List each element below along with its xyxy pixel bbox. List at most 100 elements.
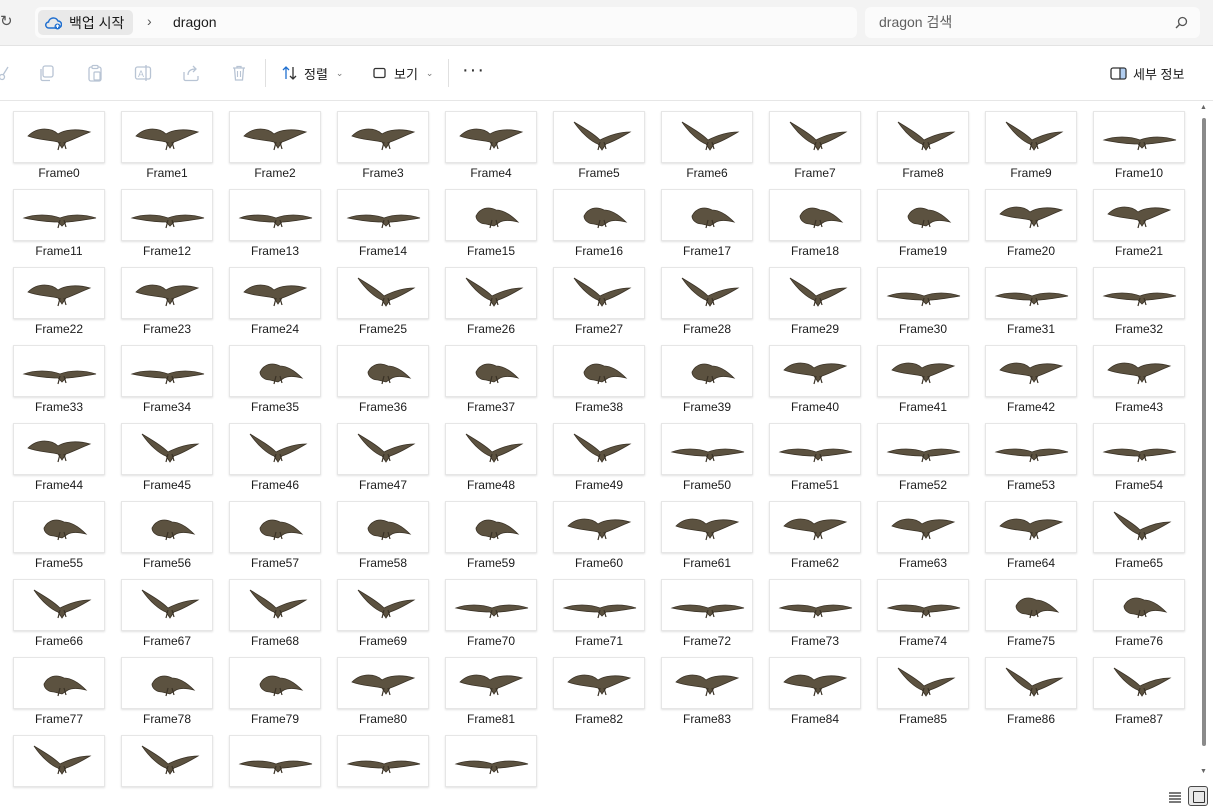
file-item[interactable]: Frame62 [769, 501, 861, 577]
file-item[interactable]: Frame80 [337, 657, 429, 733]
share-icon[interactable] [182, 64, 200, 82]
file-item[interactable]: Frame83 [661, 657, 753, 733]
scrollbar-thumb[interactable] [1202, 118, 1206, 746]
file-item[interactable]: Frame17 [661, 189, 753, 265]
file-item[interactable]: Frame65 [1093, 501, 1185, 577]
file-item[interactable]: Frame26 [445, 267, 537, 343]
refresh-icon[interactable]: ↻ [0, 12, 14, 32]
file-item[interactable]: Frame16 [553, 189, 645, 265]
scissors-icon[interactable] [0, 64, 10, 82]
sort-button[interactable]: 정렬 ⌄ [282, 61, 343, 85]
rename-icon[interactable]: A [134, 64, 152, 82]
file-item[interactable]: Frame9 [985, 111, 1077, 187]
file-item[interactable]: Frame31 [985, 267, 1077, 343]
file-item[interactable] [229, 735, 321, 809]
file-item[interactable]: Frame74 [877, 579, 969, 655]
file-item[interactable]: Frame70 [445, 579, 537, 655]
file-item[interactable]: Frame73 [769, 579, 861, 655]
file-item[interactable]: Frame55 [13, 501, 105, 577]
file-item[interactable]: Frame60 [553, 501, 645, 577]
file-item[interactable]: Frame56 [121, 501, 213, 577]
file-item[interactable]: Frame32 [1093, 267, 1185, 343]
file-item[interactable]: Frame49 [553, 423, 645, 499]
search-input[interactable] [879, 12, 1164, 32]
file-item[interactable]: Frame29 [769, 267, 861, 343]
file-item[interactable]: Frame81 [445, 657, 537, 733]
file-item[interactable]: Frame44 [13, 423, 105, 499]
file-item[interactable]: Frame52 [877, 423, 969, 499]
file-item[interactable]: Frame61 [661, 501, 753, 577]
file-item[interactable]: Frame67 [121, 579, 213, 655]
file-item[interactable]: Frame66 [13, 579, 105, 655]
file-item[interactable]: Frame20 [985, 189, 1077, 265]
file-item[interactable]: Frame18 [769, 189, 861, 265]
scroll-down-arrow-icon[interactable]: ▼ [1200, 768, 1207, 775]
breadcrumb[interactable]: 백업 시작 › dragon [35, 7, 857, 38]
file-item[interactable]: Frame19 [877, 189, 969, 265]
file-item[interactable]: Frame33 [13, 345, 105, 421]
file-item[interactable]: Frame4 [445, 111, 537, 187]
file-item[interactable]: Frame48 [445, 423, 537, 499]
file-item[interactable]: Frame3 [337, 111, 429, 187]
file-item[interactable]: Frame12 [121, 189, 213, 265]
file-item[interactable]: Frame87 [1093, 657, 1185, 733]
file-item[interactable]: Frame34 [121, 345, 213, 421]
file-item[interactable]: Frame6 [661, 111, 753, 187]
file-item[interactable]: Frame7 [769, 111, 861, 187]
file-item[interactable]: Frame71 [553, 579, 645, 655]
copy-icon[interactable] [38, 64, 56, 82]
search-icon[interactable] [1175, 16, 1188, 29]
file-item[interactable]: Frame58 [337, 501, 429, 577]
file-item[interactable]: Frame85 [877, 657, 969, 733]
file-item[interactable]: Frame57 [229, 501, 321, 577]
file-item[interactable]: Frame0 [13, 111, 105, 187]
file-item[interactable]: Frame76 [1093, 579, 1185, 655]
file-item[interactable]: Frame27 [553, 267, 645, 343]
file-item[interactable]: Frame72 [661, 579, 753, 655]
file-item[interactable]: Frame78 [121, 657, 213, 733]
file-item[interactable]: Frame15 [445, 189, 537, 265]
file-item[interactable]: Frame68 [229, 579, 321, 655]
file-item[interactable]: Frame36 [337, 345, 429, 421]
file-item[interactable]: Frame38 [553, 345, 645, 421]
file-item[interactable]: Frame28 [661, 267, 753, 343]
file-item[interactable]: Frame50 [661, 423, 753, 499]
paste-icon[interactable] [86, 64, 104, 82]
file-item[interactable]: Frame45 [121, 423, 213, 499]
file-item[interactable]: Frame41 [877, 345, 969, 421]
file-item[interactable]: Frame51 [769, 423, 861, 499]
file-item[interactable]: Frame84 [769, 657, 861, 733]
file-item[interactable]: Frame53 [985, 423, 1077, 499]
file-item[interactable] [445, 735, 537, 809]
file-item[interactable]: Frame82 [553, 657, 645, 733]
more-options-button[interactable]: ··· [462, 59, 485, 82]
file-item[interactable]: Frame30 [877, 267, 969, 343]
file-item[interactable]: Frame5 [553, 111, 645, 187]
file-item[interactable]: Frame77 [13, 657, 105, 733]
file-item[interactable]: Frame25 [337, 267, 429, 343]
details-view-icon[interactable] [1167, 789, 1183, 805]
search-box[interactable] [865, 7, 1200, 38]
file-item[interactable]: Frame79 [229, 657, 321, 733]
file-item[interactable]: Frame39 [661, 345, 753, 421]
file-item[interactable]: Frame35 [229, 345, 321, 421]
file-item[interactable]: Frame1 [121, 111, 213, 187]
file-item[interactable]: Frame11 [13, 189, 105, 265]
file-item[interactable] [121, 735, 213, 809]
file-item[interactable]: Frame42 [985, 345, 1077, 421]
file-item[interactable] [13, 735, 105, 809]
file-item[interactable]: Frame21 [1093, 189, 1185, 265]
file-item[interactable]: Frame59 [445, 501, 537, 577]
file-item[interactable]: Frame14 [337, 189, 429, 265]
file-item[interactable]: Frame8 [877, 111, 969, 187]
file-item[interactable]: Frame22 [13, 267, 105, 343]
scroll-up-arrow-icon[interactable]: ▲ [1200, 104, 1207, 111]
file-item[interactable]: Frame40 [769, 345, 861, 421]
large-icons-view-icon[interactable] [1188, 786, 1208, 806]
file-item[interactable]: Frame75 [985, 579, 1077, 655]
file-item[interactable]: Frame13 [229, 189, 321, 265]
breadcrumb-current-folder[interactable]: dragon [173, 14, 217, 30]
view-button[interactable]: 보기 ⌄ [372, 61, 433, 85]
file-item[interactable]: Frame64 [985, 501, 1077, 577]
file-item[interactable]: Frame23 [121, 267, 213, 343]
